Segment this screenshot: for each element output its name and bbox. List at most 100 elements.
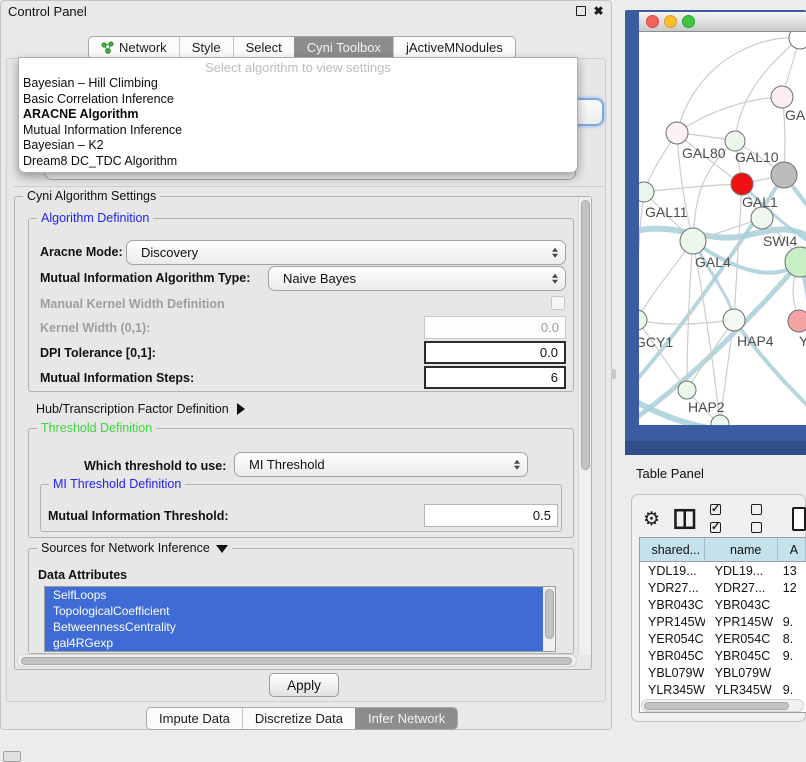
node-label: GAL4 [695, 254, 731, 270]
network-node-gal10[interactable] [725, 131, 745, 151]
network-node[interactable] [711, 415, 729, 425]
manual-kernel-label: Manual Kernel Width Definition [40, 294, 225, 314]
network-node[interactable] [731, 173, 753, 195]
network-node-hap4[interactable] [723, 309, 745, 331]
settings-group-title: Cyni Algorithm Settings [23, 189, 160, 203]
mi-threshold-label: Mutual Information Threshold: [48, 504, 229, 528]
float-panel-button[interactable] [575, 6, 586, 17]
table-row[interactable]: YBR045CYBR045C9. [640, 647, 806, 664]
table-cell: YBR045C [705, 647, 778, 664]
table-cell: 12 [778, 579, 806, 596]
network-node-y[interactable] [788, 310, 806, 332]
expander-collapsed-icon [237, 403, 245, 415]
new-table-icon[interactable] [792, 507, 806, 531]
attribute-item[interactable]: SelfLoops [45, 587, 544, 603]
algorithm-option[interactable]: ARACNE Algorithm [19, 107, 577, 123]
scrollbar-thumb[interactable] [545, 589, 554, 639]
which-threshold-value: MI Threshold [249, 457, 325, 472]
network-edge [644, 184, 742, 192]
network-node[interactable] [771, 162, 797, 188]
tab-infer-network[interactable]: Infer Network [355, 708, 457, 729]
tab-style[interactable]: Style [179, 37, 233, 58]
scrollbar-thumb[interactable] [21, 657, 572, 665]
tab-discretize-data[interactable]: Discretize Data [242, 708, 355, 729]
network-node[interactable] [789, 32, 806, 49]
algorithm-dropdown-list: Bayesian – Hill ClimbingBasic Correlatio… [19, 76, 577, 169]
groupbox-edge-fragment [14, 186, 606, 187]
mi-threshold-field[interactable]: 0.5 [424, 504, 558, 527]
table-row[interactable]: YBR043CYBR043C [640, 596, 806, 613]
table-row[interactable]: YDR27...YDR27...12 [640, 579, 806, 596]
column-header-1[interactable]: shared... [640, 538, 705, 562]
table-cell: YBR043C [640, 596, 705, 613]
dpi-tolerance-field[interactable]: 0.0 [424, 341, 566, 364]
minimized-panel-grip[interactable] [3, 751, 21, 762]
panel-splitter-handle[interactable] [611, 369, 616, 379]
scrollbar-thumb[interactable] [581, 200, 590, 470]
mi-type-label: Mutual Information Algorithm Type: [40, 266, 250, 290]
network-window-frame-bottom [625, 441, 806, 455]
node-label: GAL11 [645, 204, 688, 220]
tab-network[interactable]: Network [89, 37, 179, 58]
minimize-traffic-light[interactable] [664, 15, 677, 28]
network-node-gal1[interactable] [751, 207, 773, 229]
apply-button[interactable]: Apply [269, 673, 339, 697]
which-threshold-combo[interactable]: MI Threshold [234, 452, 528, 477]
column-header-3[interactable]: A [778, 538, 806, 562]
dpi-tolerance-label: DPI Tolerance [0,1]: [40, 343, 156, 363]
select-all-icon[interactable] [710, 501, 737, 537]
table-horizontal-scrollbar[interactable] [641, 699, 804, 712]
table-body: YDL19...YDL19...13YDR27...YDR27...12YBR0… [640, 562, 806, 713]
algorithm-option[interactable]: Bayesian – K2 [19, 138, 577, 154]
algorithm-option[interactable]: Bayesian – Hill Climbing [19, 76, 577, 92]
node-label: GAL1 [742, 194, 778, 210]
network-node-gal[interactable] [771, 86, 793, 108]
network-node-gcy1[interactable] [639, 310, 647, 330]
node-label: GAL80 [682, 145, 726, 161]
table-row[interactable]: YER054CYER054C8. [640, 630, 806, 647]
split-columns-icon[interactable] [674, 508, 695, 530]
network-canvas[interactable]: GALGAL80GAL10GAL1GAL11SWI4GAL4GCY1HAP4YH… [639, 32, 806, 425]
tab-label: Infer Network [368, 711, 445, 726]
deselect-all-icon[interactable] [751, 501, 778, 537]
gear-icon[interactable]: ⚙ [643, 510, 660, 529]
network-node-hap2[interactable] [678, 381, 696, 399]
aracne-mode-combo[interactable]: Discovery [126, 240, 566, 265]
column-header-2[interactable]: name [705, 538, 778, 562]
kernel-width-field[interactable]: 0.0 [424, 316, 566, 339]
settings-vertical-scrollbar[interactable] [578, 197, 591, 655]
tab-cyni-toolbox[interactable]: Cyni Toolbox [294, 37, 393, 58]
table-row[interactable]: YDL19...YDL19...13 [640, 562, 806, 579]
table-cell: 13 [778, 562, 806, 579]
network-edge [677, 38, 800, 133]
network-node-gal80[interactable] [666, 122, 688, 144]
tab-jactivemnodules[interactable]: jActiveMNodules [393, 37, 515, 58]
tab-impute-data[interactable]: Impute Data [147, 708, 242, 729]
node-label: GAL10 [735, 149, 779, 165]
mi-steps-field[interactable]: 6 [424, 366, 566, 389]
table-row[interactable]: YBL079WYBL079W [640, 664, 806, 681]
hub-factor-expander[interactable]: Hub/Transcription Factor Definition [36, 399, 245, 419]
table-row[interactable]: YPR145WYPR145W9. [640, 613, 806, 630]
close-panel-button[interactable]: ✖ [593, 6, 604, 17]
close-traffic-light[interactable] [646, 15, 659, 28]
network-node-gal4[interactable] [680, 228, 706, 254]
tab-select[interactable]: Select [233, 37, 294, 58]
tab-label: Impute Data [159, 711, 230, 726]
zoom-traffic-light[interactable] [682, 15, 695, 28]
attribute-item[interactable]: gal4RGexp [45, 635, 544, 651]
algorithm-option[interactable]: Mutual Information Inference [19, 123, 577, 139]
mi-type-combo[interactable]: Naive Bayes [268, 266, 566, 291]
attributes-list-scrollbar[interactable] [543, 587, 555, 651]
attribute-item[interactable]: BetweennessCentrality [45, 619, 544, 635]
settings-horizontal-scrollbar[interactable] [17, 654, 577, 667]
table-row[interactable]: YLR345WYLR345W9. [640, 681, 806, 698]
which-threshold-label: Which threshold to use: [84, 454, 226, 478]
algorithm-option[interactable]: Dream8 DC_TDC Algorithm [19, 154, 577, 170]
algorithm-option[interactable]: Basic Correlation Inference [19, 92, 577, 108]
table-cell: YER054C [705, 630, 778, 647]
network-node-gal11[interactable] [639, 182, 654, 202]
scrollbar-thumb[interactable] [644, 702, 789, 710]
attribute-item[interactable]: TopologicalCoefficient [45, 603, 544, 619]
manual-kernel-checkbox[interactable] [551, 296, 565, 310]
